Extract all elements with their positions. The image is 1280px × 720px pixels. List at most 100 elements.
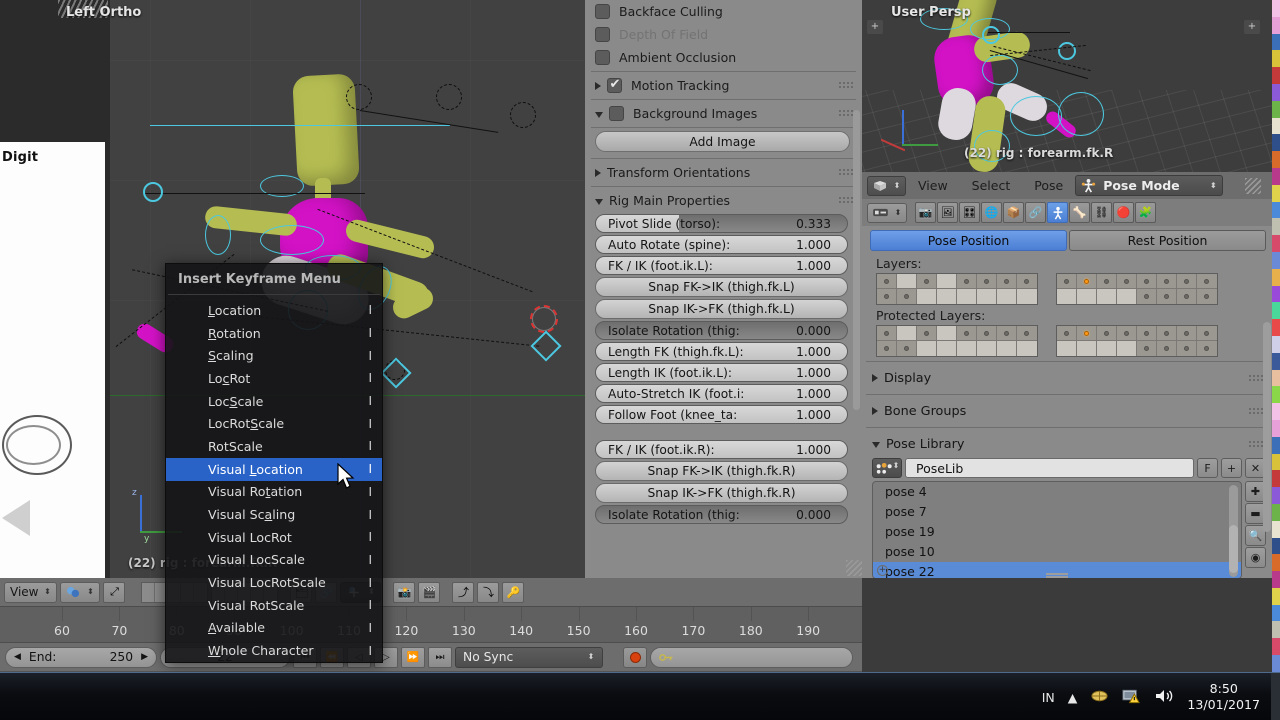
layer-cell[interactable] (917, 341, 937, 356)
panel-grip[interactable] (1248, 406, 1264, 416)
layer-cell[interactable] (1197, 274, 1217, 289)
menu-item[interactable]: Location I (166, 299, 382, 322)
menu-item[interactable]: Whole Character I (166, 639, 382, 662)
layer-cell[interactable] (1157, 289, 1177, 304)
layer-cell[interactable] (877, 274, 897, 289)
layer-cell[interactable] (1077, 341, 1097, 356)
layers-grid-right[interactable] (1056, 273, 1218, 305)
layer-cell[interactable] (1137, 274, 1157, 289)
record-button[interactable] (623, 646, 647, 668)
layers-grid-left[interactable] (876, 273, 1038, 305)
layer-cell[interactable] (917, 326, 937, 341)
layer-cell[interactable] (997, 274, 1017, 289)
pose-list-item[interactable]: pose 7 (873, 502, 1241, 522)
rig-button[interactable]: Snap FK->IK (thigh.fk.R) (595, 461, 848, 481)
layer-cell[interactable] (1077, 289, 1097, 304)
panel-grip[interactable] (838, 109, 854, 118)
layer-cell[interactable] (1137, 326, 1157, 341)
pose-list-item[interactable]: pose 4 (873, 482, 1241, 502)
layer-cell[interactable] (1077, 274, 1097, 289)
tab-scene[interactable]: 🎛 (959, 202, 980, 223)
tab-bone-constraint[interactable]: ⛓ (1091, 202, 1112, 223)
layer-cell[interactable] (957, 326, 977, 341)
rig-slider[interactable]: Isolate Rotation (thig: 0.000 (595, 321, 848, 340)
rig-slider[interactable]: Length FK (thigh.fk.L): 1.000 (595, 342, 848, 361)
fake-user-button[interactable]: F (1197, 458, 1218, 478)
layer-cell[interactable] (977, 326, 997, 341)
jump-to-keyframe-icon[interactable]: ⤴ (452, 581, 475, 603)
layer-cell[interactable] (1097, 274, 1117, 289)
rig-slider[interactable]: Pivot Slide (torso): 0.333 (595, 214, 848, 233)
insert-keyframe-icon[interactable]: ⤵ (477, 581, 500, 603)
network-icon[interactable] (1090, 688, 1109, 707)
layer-cell[interactable] (1157, 326, 1177, 341)
layer-cell[interactable] (1097, 289, 1117, 304)
mode-selector[interactable]: Pose Mode ⬍ (1075, 175, 1224, 196)
pose-library-name-field[interactable]: PoseLib (905, 458, 1194, 478)
tab-world[interactable]: 🌐 (981, 202, 1002, 223)
layer-cell[interactable] (897, 326, 917, 341)
show-hidden-icons-button[interactable]: ▲ (1068, 690, 1078, 705)
armature-properties-editor[interactable]: ⬍ View Select Pose Pose Mode ⬍ ⬍ 📷 🖼 🎛 🌐… (862, 172, 1272, 578)
tab-bone[interactable]: 🦴 (1069, 202, 1090, 223)
panel-grip[interactable] (838, 196, 854, 205)
panel-grip[interactable] (1248, 373, 1264, 383)
tab-constraints[interactable]: 🔗 (1025, 202, 1046, 223)
checkbox-icon[interactable] (607, 77, 622, 93)
layer-cell[interactable] (1177, 341, 1197, 356)
layer-cell[interactable] (1117, 289, 1137, 304)
layer-cell[interactable] (1177, 274, 1197, 289)
pose-position-button[interactable]: Pose Position (870, 230, 1067, 251)
editor-type-selector[interactable]: ⬍ (867, 175, 906, 196)
layer-cell[interactable] (1097, 326, 1117, 341)
property-panel-header[interactable]: Background Images (585, 102, 862, 125)
layer-cell[interactable] (917, 289, 937, 304)
viewport-right-expand-left[interactable]: + (867, 20, 883, 34)
menu-item[interactable]: Visual LocScale I (166, 549, 382, 572)
rig-button[interactable]: Snap IK->FK (thigh.fk.R) (595, 483, 848, 503)
menu-item[interactable]: LocRotScale I (166, 412, 382, 435)
area-resize-corner-2[interactable] (1245, 178, 1261, 194)
timeline-ruler[interactable]: 60708090100110120130140150160170180190 (0, 606, 862, 642)
language-indicator[interactable]: IN (1042, 690, 1055, 705)
protected-layers-grid[interactable] (862, 325, 1272, 357)
layer-cell[interactable] (1017, 341, 1037, 356)
layer-cell[interactable] (937, 341, 957, 356)
layer-cell[interactable] (977, 289, 997, 304)
layer-cell[interactable] (1157, 341, 1177, 356)
layer-cell[interactable] (1097, 341, 1117, 356)
rig-slider[interactable]: Isolate Rotation (thig: 0.000 (595, 505, 848, 524)
property-checkbox-row[interactable]: Backface Culling (585, 0, 862, 23)
layer-cell[interactable] (957, 341, 977, 356)
tab-object[interactable]: 📦 (1003, 202, 1024, 223)
layer-cell[interactable] (897, 289, 917, 304)
timeline-view-menu[interactable]: View (10, 585, 38, 599)
menu-item[interactable]: LocRot I (166, 367, 382, 390)
film-icon[interactable]: 🎬 (418, 581, 441, 603)
section-bone-groups[interactable]: Bone Groups (862, 399, 1272, 423)
keying-set-icon[interactable]: 🔑 (502, 581, 525, 603)
pose-list[interactable]: pose 4 pose 7 pose 19 pose 10 pose 22 + (872, 481, 1242, 578)
layer-cell[interactable] (997, 289, 1017, 304)
layers-grid[interactable] (862, 273, 1272, 305)
sync-mode-selector[interactable]: No Sync ⬍ (455, 646, 603, 668)
layer-cell[interactable] (957, 274, 977, 289)
layer-cell[interactable] (1177, 289, 1197, 304)
layer-cell[interactable] (1157, 274, 1177, 289)
tab-texture[interactable]: 🧩 (1135, 202, 1156, 223)
layer-cell[interactable] (1057, 274, 1077, 289)
pose-list-item[interactable]: pose 22 (873, 562, 1241, 578)
pose-list-item[interactable]: pose 10 (873, 542, 1241, 562)
layer-cell[interactable] (877, 289, 897, 304)
layer-cell[interactable] (1017, 274, 1037, 289)
menu-item[interactable]: Visual LocRotScale I (166, 571, 382, 594)
layer-cell[interactable] (937, 274, 957, 289)
viewport-user-persp[interactable]: + + User Persp (22) rig : forearm.fk.R (862, 0, 1272, 172)
section-pose-library[interactable]: Pose Library (862, 432, 1272, 456)
rig-button[interactable]: Snap IK->FK (thigh.fk.L) (595, 299, 848, 319)
tab-render[interactable]: 📷 (915, 202, 936, 223)
menu-item[interactable]: Visual RotScale I (166, 594, 382, 617)
add-image-button[interactable]: Add Image (595, 131, 850, 152)
layer-cell[interactable] (1197, 341, 1217, 356)
menu-select[interactable]: Select (960, 178, 1023, 193)
